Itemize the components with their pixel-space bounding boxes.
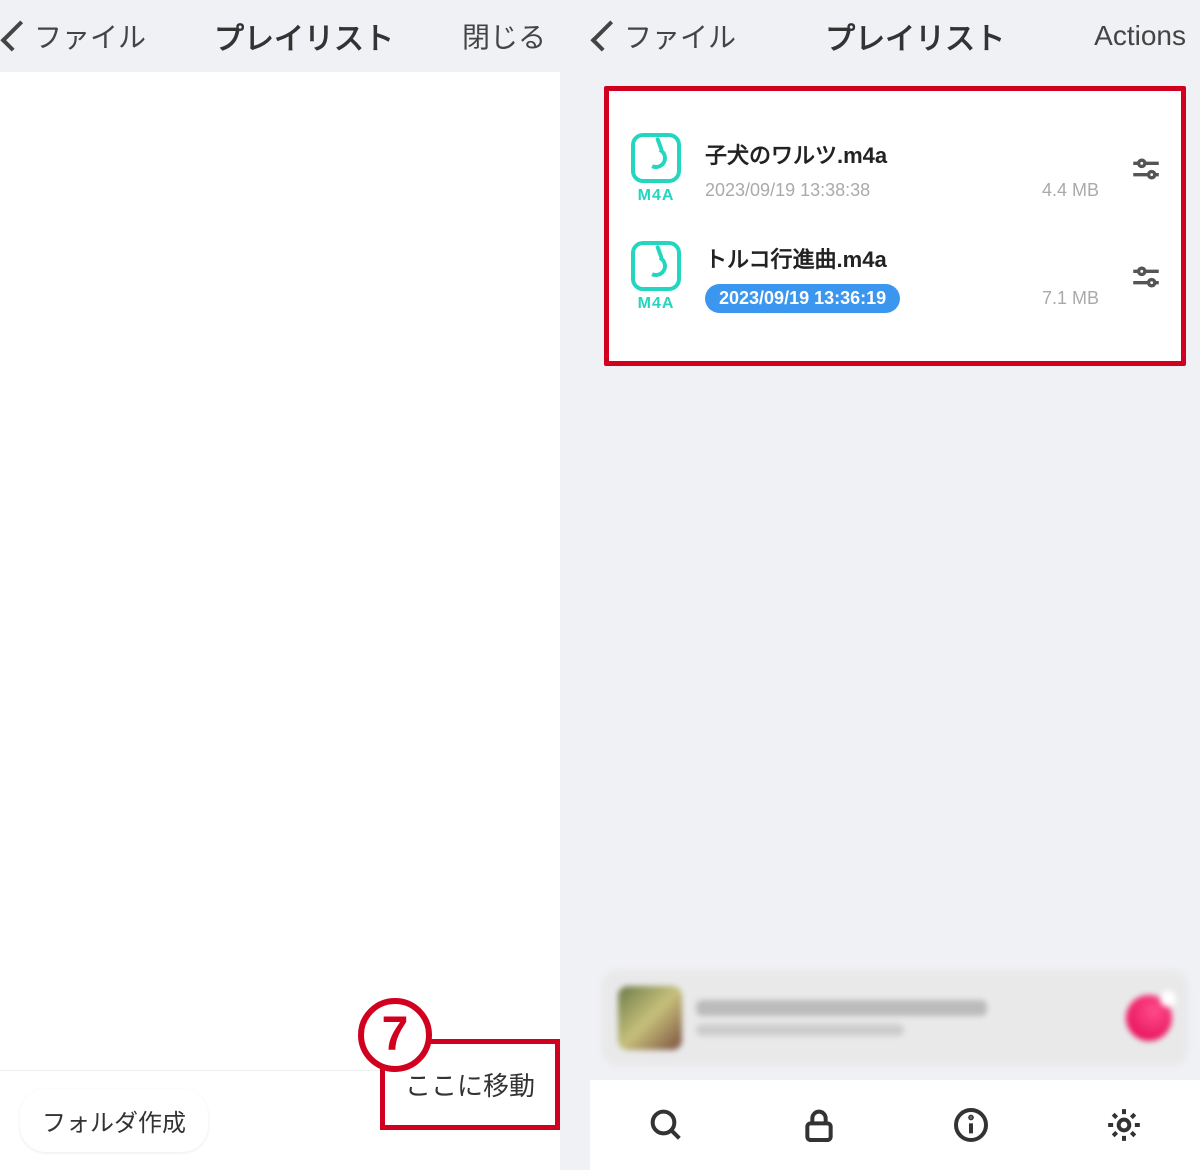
chevron-left-icon	[590, 20, 621, 51]
search-icon[interactable]	[646, 1105, 686, 1145]
file-row[interactable]: M4A 子犬のワルツ.m4a 2023/09/19 13:38:38 4.4 M…	[619, 115, 1171, 223]
back-label: ファイル	[34, 16, 146, 56]
file-row[interactable]: M4A トルコ行進曲.m4a 2023/09/19 13:36:19 7.1 M…	[619, 223, 1171, 331]
equalizer-icon[interactable]	[1129, 152, 1163, 186]
file-name: 子犬のワルツ.m4a	[705, 138, 1099, 170]
back-button-left[interactable]: ファイル	[8, 16, 146, 56]
file-type-icon: M4A	[627, 241, 685, 313]
file-meta: 子犬のワルツ.m4a 2023/09/19 13:38:38 4.4 MB	[705, 138, 1099, 201]
close-button[interactable]: 閉じる	[462, 16, 546, 56]
bottom-tab-bar	[590, 1080, 1200, 1170]
info-icon[interactable]	[951, 1105, 991, 1145]
left-panel: ファイル プレイリスト 閉じる フォルダ作成 7 ここに移動	[0, 0, 560, 1170]
page-title-right: プレイリスト	[825, 14, 1005, 58]
annotation-step-7: 7 ここに移動	[314, 1039, 560, 1130]
file-type-label: M4A	[627, 295, 685, 313]
right-header: ファイル プレイリスト Actions	[590, 0, 1200, 72]
back-button-right[interactable]: ファイル	[598, 16, 736, 56]
music-note-icon	[631, 133, 681, 183]
file-size: 4.4 MB	[1042, 180, 1099, 201]
mini-player-play-button[interactable]	[1126, 995, 1172, 1041]
file-list-highlight-box: M4A 子犬のワルツ.m4a 2023/09/19 13:38:38 4.4 M…	[604, 86, 1186, 366]
music-note-icon	[631, 241, 681, 291]
mini-player[interactable]	[602, 970, 1188, 1066]
step-number-badge: 7	[358, 998, 432, 1072]
panel-gap	[560, 0, 590, 1170]
file-size: 7.1 MB	[1042, 288, 1099, 309]
page-title-left: プレイリスト	[214, 14, 394, 58]
equalizer-icon[interactable]	[1129, 260, 1163, 294]
file-meta: トルコ行進曲.m4a 2023/09/19 13:36:19 7.1 MB	[705, 242, 1099, 313]
file-type-label: M4A	[627, 187, 685, 205]
file-type-icon: M4A	[627, 133, 685, 205]
chevron-left-icon	[0, 20, 31, 51]
lock-icon[interactable]	[799, 1105, 839, 1145]
mini-player-text	[696, 1000, 1112, 1036]
file-timestamp: 2023/09/19 13:38:38	[705, 180, 870, 201]
right-body: M4A 子犬のワルツ.m4a 2023/09/19 13:38:38 4.4 M…	[590, 72, 1200, 970]
actions-button[interactable]: Actions	[1094, 20, 1186, 52]
back-label: ファイル	[624, 16, 736, 56]
left-header: ファイル プレイリスト 閉じる	[0, 0, 560, 72]
create-folder-button[interactable]: フォルダ作成	[20, 1089, 208, 1152]
file-name: トルコ行進曲.m4a	[705, 242, 1099, 274]
left-empty-area	[0, 72, 560, 1070]
right-panel: ファイル プレイリスト Actions M4A 子犬のワルツ.m4a 2023/…	[590, 0, 1200, 1170]
gear-icon[interactable]	[1104, 1105, 1144, 1145]
mini-player-artwork	[618, 986, 682, 1050]
mini-player-badge	[1160, 991, 1176, 1007]
file-timestamp-highlighted: 2023/09/19 13:36:19	[705, 284, 900, 313]
